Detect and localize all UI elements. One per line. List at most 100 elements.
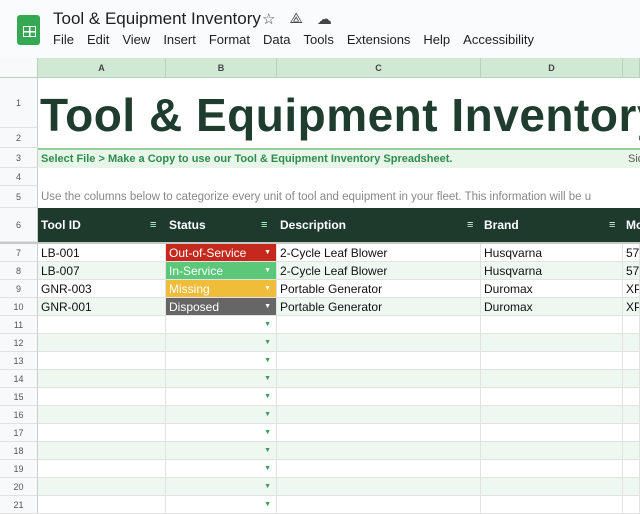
row-number[interactable]: 14: [0, 370, 38, 388]
cell[interactable]: [38, 388, 166, 406]
menu-view[interactable]: View: [122, 32, 150, 47]
cell[interactable]: [38, 406, 166, 424]
cell[interactable]: [623, 478, 640, 496]
row-number[interactable]: 15: [0, 388, 38, 406]
cell[interactable]: [481, 460, 623, 478]
cell[interactable]: [481, 406, 623, 424]
cell[interactable]: GNR-003: [38, 280, 166, 298]
column-header-a[interactable]: A: [38, 58, 166, 78]
cell[interactable]: [481, 442, 623, 460]
cell[interactable]: LB-001: [38, 244, 166, 262]
status-dropdown[interactable]: ▼: [166, 460, 277, 478]
cell[interactable]: Duromax: [481, 280, 623, 298]
cell[interactable]: [623, 442, 640, 460]
row-number[interactable]: 18: [0, 442, 38, 460]
header-status[interactable]: Status: [166, 208, 206, 242]
cell[interactable]: [277, 334, 481, 352]
cell[interactable]: 57: [623, 262, 640, 280]
row-number[interactable]: 6: [0, 208, 38, 242]
menu-extensions[interactable]: Extensions: [347, 32, 411, 47]
header-tool-id[interactable]: Tool ID: [38, 208, 81, 242]
dropdown-arrow-icon[interactable]: ▼: [264, 298, 271, 315]
cell[interactable]: LB-007: [38, 262, 166, 280]
select-all-corner[interactable]: [0, 58, 38, 78]
dropdown-arrow-icon[interactable]: ▼: [264, 370, 271, 387]
cell[interactable]: [277, 478, 481, 496]
cell[interactable]: [623, 496, 640, 514]
cloud-status-icon[interactable]: ☁: [317, 10, 332, 28]
cell[interactable]: XP: [623, 298, 640, 316]
cell[interactable]: [277, 496, 481, 514]
status-dropdown[interactable]: ▼: [166, 370, 277, 388]
cell[interactable]: [38, 352, 166, 370]
cell[interactable]: GNR-001: [38, 298, 166, 316]
cell[interactable]: [623, 352, 640, 370]
row-number[interactable]: 12: [0, 334, 38, 352]
column-header-b[interactable]: B: [166, 58, 277, 78]
menu-file[interactable]: File: [53, 32, 74, 47]
dropdown-arrow-icon[interactable]: ▼: [264, 442, 271, 459]
row-number[interactable]: 19: [0, 460, 38, 478]
dropdown-arrow-icon[interactable]: ▼: [264, 244, 271, 261]
status-dropdown[interactable]: ▼: [166, 334, 277, 352]
header-model[interactable]: Mo: [623, 208, 640, 242]
cell[interactable]: [38, 478, 166, 496]
cell[interactable]: [38, 424, 166, 442]
cell[interactable]: [481, 496, 623, 514]
cell[interactable]: 2-Cycle Leaf Blower: [277, 262, 481, 280]
menu-help[interactable]: Help: [423, 32, 450, 47]
row-number[interactable]: 5: [0, 186, 38, 208]
menu-format[interactable]: Format: [209, 32, 250, 47]
cell[interactable]: [38, 442, 166, 460]
cell[interactable]: [623, 370, 640, 388]
row-number[interactable]: 9: [0, 280, 38, 298]
filter-icon[interactable]: ≡: [609, 208, 615, 242]
cell[interactable]: Duromax: [481, 298, 623, 316]
cell[interactable]: [623, 334, 640, 352]
header-brand[interactable]: Brand: [481, 208, 519, 242]
row-number[interactable]: 10: [0, 298, 38, 316]
dropdown-arrow-icon[interactable]: ▼: [264, 478, 271, 495]
cell[interactable]: [481, 352, 623, 370]
column-header-d[interactable]: D: [481, 58, 623, 78]
dropdown-arrow-icon[interactable]: ▼: [264, 424, 271, 441]
cell[interactable]: [481, 478, 623, 496]
row-number[interactable]: 3: [0, 148, 38, 168]
dropdown-arrow-icon[interactable]: ▼: [264, 352, 271, 369]
menu-edit[interactable]: Edit: [87, 32, 109, 47]
move-to-drive-icon[interactable]: ⟁: [289, 10, 302, 28]
cell[interactable]: [623, 406, 640, 424]
cell[interactable]: Portable Generator: [277, 280, 481, 298]
row-number[interactable]: 16: [0, 406, 38, 424]
cell[interactable]: Husqvarna: [481, 262, 623, 280]
document-title[interactable]: Tool & Equipment Inventory: [53, 9, 261, 29]
status-dropdown[interactable]: Out-of-Service ▼: [166, 244, 277, 262]
cell[interactable]: [481, 424, 623, 442]
column-header-c[interactable]: C: [277, 58, 481, 78]
sheets-logo-icon[interactable]: [17, 15, 40, 45]
cell[interactable]: [623, 316, 640, 334]
row-number[interactable]: 1: [0, 78, 38, 128]
status-dropdown[interactable]: ▼: [166, 388, 277, 406]
row-number[interactable]: 2: [0, 128, 38, 148]
row-number[interactable]: 17: [0, 424, 38, 442]
cell[interactable]: [38, 334, 166, 352]
row-number[interactable]: 4: [0, 168, 38, 186]
filter-icon[interactable]: ≡: [261, 208, 267, 242]
cell[interactable]: [277, 406, 481, 424]
status-dropdown[interactable]: ▼: [166, 478, 277, 496]
cell[interactable]: [277, 442, 481, 460]
status-dropdown[interactable]: ▼: [166, 316, 277, 334]
status-dropdown[interactable]: ▼: [166, 496, 277, 514]
header-description[interactable]: Description: [277, 208, 346, 242]
cell[interactable]: [623, 460, 640, 478]
cell[interactable]: Portable Generator: [277, 298, 481, 316]
status-dropdown[interactable]: ▼: [166, 352, 277, 370]
cell[interactable]: [277, 316, 481, 334]
dropdown-arrow-icon[interactable]: ▼: [264, 406, 271, 423]
cell[interactable]: [277, 370, 481, 388]
menu-insert[interactable]: Insert: [163, 32, 196, 47]
menu-data[interactable]: Data: [263, 32, 290, 47]
dropdown-arrow-icon[interactable]: ▼: [264, 460, 271, 477]
status-dropdown[interactable]: ▼: [166, 442, 277, 460]
